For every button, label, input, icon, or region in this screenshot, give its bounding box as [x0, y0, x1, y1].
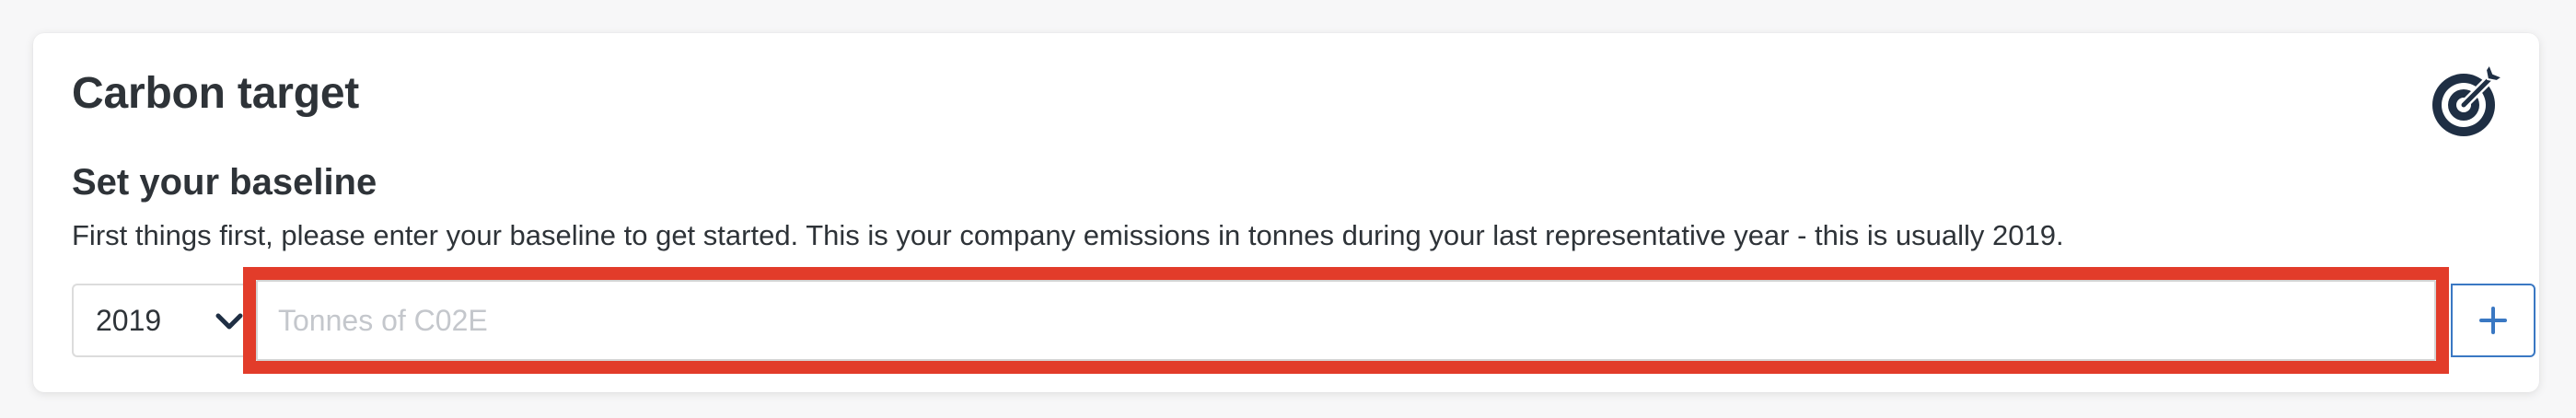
card-title: Carbon target	[72, 69, 360, 118]
carbon-target-card: Carbon target Set your baseline First th…	[33, 33, 2539, 392]
input-highlight-box	[243, 267, 2449, 374]
chevron-down-icon	[215, 313, 243, 330]
year-select-value: 2019	[96, 303, 162, 337]
tonnes-co2e-input[interactable]	[256, 280, 2436, 361]
plus-icon	[2479, 307, 2507, 334]
baseline-description: First things first, please enter your ba…	[72, 219, 2064, 251]
add-baseline-button[interactable]	[2451, 284, 2535, 357]
baseline-heading: Set your baseline	[72, 162, 377, 203]
target-arrow-icon	[2432, 64, 2503, 136]
